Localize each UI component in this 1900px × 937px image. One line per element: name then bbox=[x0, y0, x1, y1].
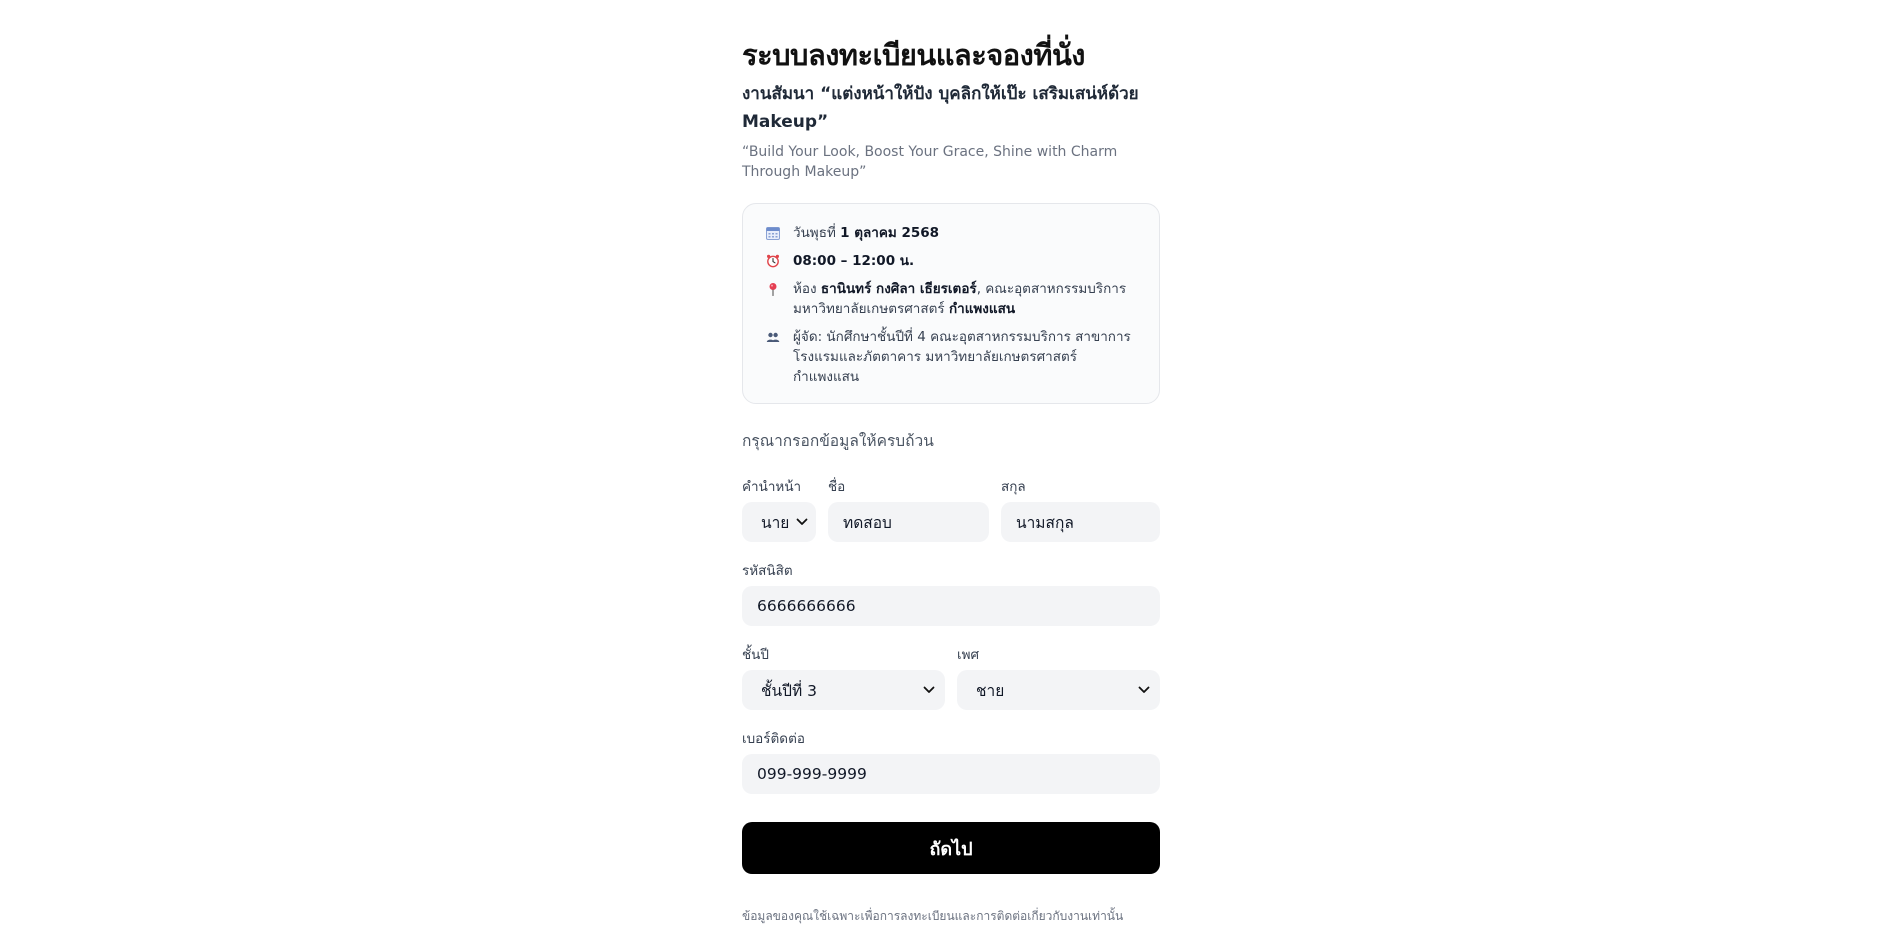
people-icon bbox=[765, 329, 781, 345]
next-button[interactable]: ถัดไป bbox=[742, 822, 1160, 874]
phone-field: เบอร์ติดต่อ 099-999-9999 bbox=[742, 729, 1160, 794]
chevron-down-icon bbox=[923, 686, 935, 693]
chevron-down-icon bbox=[1138, 686, 1150, 693]
student-id-field: รหัสนิสิต 6666666666 bbox=[742, 561, 1160, 626]
prefix-selected-value: นาย bbox=[761, 513, 789, 532]
prefix-field: คำนำหน้า นาย bbox=[742, 477, 816, 542]
phone-input[interactable]: 099-999-9999 bbox=[742, 754, 1160, 794]
event-subtitle: งานสัมนา “แต่งหน้าให้ปัง บุคลิกให้เป๊ะ เ… bbox=[742, 84, 1139, 132]
gender-selected-value: ชาย bbox=[976, 681, 1005, 700]
event-location-row: ห้อง ธานินทร์ กงศิลา เธียรเตอร์, คณะอุตส… bbox=[765, 279, 1139, 319]
registration-panel: ระบบลงทะเบียนและจองที่นั่ง งานสัมนา “แต่… bbox=[742, 34, 1160, 924]
event-subtitle-english: “Build Your Look, Boost Your Grace, Shin… bbox=[742, 144, 1118, 180]
last-name-input[interactable]: นามสกุล bbox=[1001, 502, 1160, 542]
event-info-card: วันพุธที่ 1 ตุลาคม 2568 08:00 – 12:00 น. bbox=[742, 203, 1160, 404]
gender-select[interactable]: ชาย bbox=[957, 670, 1160, 710]
event-date-row: วันพุธที่ 1 ตุลาคม 2568 bbox=[765, 223, 1139, 243]
year-field: ชั้นปี ชั้นปีที่ 3 bbox=[742, 645, 945, 710]
calendar-icon bbox=[765, 225, 781, 241]
event-organizer-row: ผู้จัด: นักศึกษาชั้นปีที่ 4 คณะอุตสาหกรร… bbox=[765, 327, 1139, 387]
first-name-input[interactable]: ทดสอบ bbox=[828, 502, 989, 542]
year-gender-row: ชั้นปี ชั้นปีที่ 3 เพศ ชาย bbox=[742, 645, 1160, 710]
name-row: คำนำหน้า นาย ชื่อ ทดสอบ สกุล นามสกุล bbox=[742, 477, 1160, 542]
prefix-label: คำนำหน้า bbox=[742, 479, 802, 495]
pin-icon bbox=[765, 281, 781, 297]
alarm-clock-icon bbox=[765, 253, 781, 269]
room-prefix: ห้อง bbox=[793, 281, 817, 297]
student-id-input[interactable]: 6666666666 bbox=[742, 586, 1160, 626]
first-name-label: ชื่อ bbox=[828, 479, 846, 495]
year-selected-value: ชั้นปีที่ 3 bbox=[761, 681, 817, 700]
year-label: ชั้นปี bbox=[742, 647, 769, 663]
organizer-text: ผู้จัด: นักศึกษาชั้นปีที่ 4 คณะอุตสาหกรร… bbox=[793, 329, 1131, 385]
gender-field: เพศ ชาย bbox=[957, 645, 1160, 710]
page-title: ระบบลงทะเบียนและจองที่นั่ง bbox=[742, 38, 1085, 72]
phone-label: เบอร์ติดต่อ bbox=[742, 731, 805, 747]
event-time: 08:00 – 12:00 น. bbox=[793, 253, 915, 269]
event-date-prefix: วันพุธที่ bbox=[793, 225, 836, 241]
last-name-label: สกุล bbox=[1001, 479, 1026, 495]
prefix-select[interactable]: นาย bbox=[742, 502, 816, 542]
last-name-field: สกุล นามสกุล bbox=[1001, 477, 1160, 542]
year-select[interactable]: ชั้นปีที่ 3 bbox=[742, 670, 945, 710]
privacy-note: ข้อมูลของคุณใช้เฉพาะเพื่อการลงทะเบียนและ… bbox=[742, 909, 1124, 923]
form-instruction: กรุณากรอกข้อมูลให้ครบถ้วน bbox=[742, 432, 934, 450]
student-id-label: รหัสนิสิต bbox=[742, 563, 793, 579]
gender-label: เพศ bbox=[957, 647, 980, 663]
room-name: ธานินทร์ กงศิลา เธียรเตอร์ bbox=[820, 281, 977, 297]
event-time-row: 08:00 – 12:00 น. bbox=[765, 251, 1139, 271]
first-name-field: ชื่อ ทดสอบ bbox=[828, 477, 989, 542]
chevron-down-icon bbox=[796, 518, 808, 525]
campus-name: กำแพงแสน bbox=[948, 301, 1016, 317]
event-date: 1 ตุลาคม 2568 bbox=[840, 225, 940, 241]
